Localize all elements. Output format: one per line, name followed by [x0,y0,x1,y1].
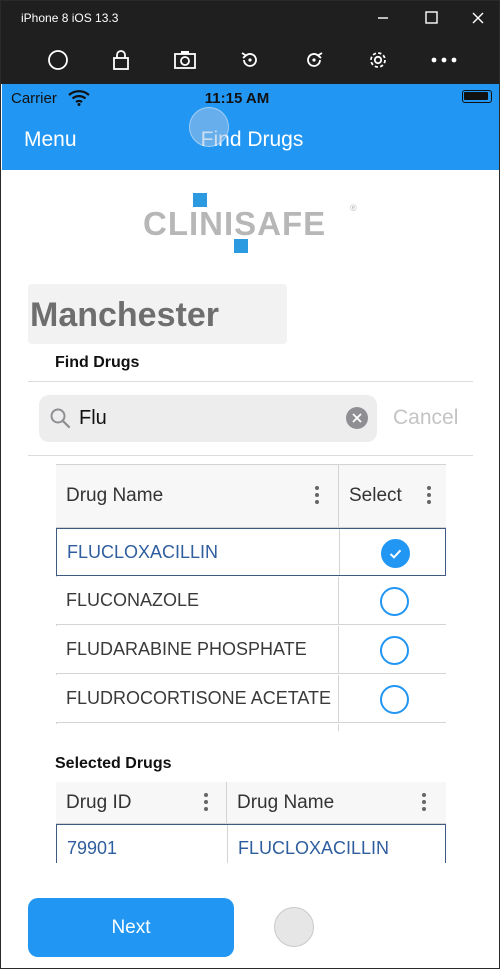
rotate-right-icon[interactable] [301,47,327,73]
drug-grid-header: Drug Name Select [56,464,446,528]
logo-registered-mark: ® [350,203,357,213]
minimize-icon[interactable] [371,7,395,31]
selected-drugs-grid: Drug ID Drug Name 79901 FLUCLOXACILLIN [56,782,446,863]
table-row[interactable]: FLUDARABINE PHOSPHATE [56,626,446,674]
drug-name-cell: FLUCONAZOLE [56,577,339,624]
site-selector[interactable]: Manchester [28,284,287,344]
touch-indicator [189,107,229,147]
window-title: iPhone 8 iOS 13.3 [21,11,119,25]
assistive-touch-button[interactable] [274,907,314,947]
column-menu-icon[interactable] [314,486,320,506]
site-label: Manchester [30,296,219,334]
drug-id-cell: 79901 [57,825,228,863]
column-menu-icon[interactable] [426,486,432,506]
gear-icon[interactable] [365,47,391,73]
simulator-toolbar [1,37,499,84]
maximize-icon[interactable] [419,7,443,31]
selected-drugs-heading: Selected Drugs [55,755,172,772]
drug-name-cell: FLUCLOXACILLIN [57,529,340,575]
column-menu-icon[interactable] [203,792,209,813]
search-input[interactable] [79,403,339,433]
divider [28,381,473,382]
battery-icon [462,90,492,103]
table-row-partial [56,724,446,731]
table-row[interactable]: FLUDROCORTISONE ACETATE [56,675,446,723]
clear-search-icon[interactable] [346,407,368,429]
table-row[interactable]: 79901 FLUCLOXACILLIN [56,824,446,863]
column-header-drug-id[interactable]: Drug ID [56,782,227,823]
home-icon[interactable] [45,47,71,73]
next-button[interactable]: Next [28,898,234,957]
drug-grid: Drug Name Select FLUCLOXACILLIN FLUCONAZ… [56,464,446,731]
close-icon[interactable] [466,7,490,31]
select-radio-icon[interactable] [380,636,409,665]
search-icon [49,407,71,434]
camera-icon[interactable] [172,47,198,73]
lock-icon[interactable] [108,47,134,73]
logo-text: CLINISAFE [143,205,327,242]
window-title-bar: iPhone 8 iOS 13.3 [1,1,499,37]
select-check-icon[interactable] [381,539,410,568]
search-bar[interactable] [39,395,377,442]
column-header-label: Drug ID [66,791,132,813]
column-header-drug-name[interactable]: Drug Name [227,782,446,823]
app-header: Carrier 11:15 AM Menu Find Drugs [2,84,499,170]
table-row[interactable]: FLUCONAZOLE [56,577,446,625]
drug-name-cell: FLUCLOXACILLIN [238,837,390,858]
logo-square-bottom [234,239,248,253]
column-header-label: Select [349,485,402,506]
column-header-drug-name[interactable]: Drug Name [56,465,339,527]
divider [28,455,473,456]
table-row[interactable]: FLUCLOXACILLIN [56,528,446,576]
find-drugs-heading: Find Drugs [55,354,140,371]
page-title: Find Drugs [200,128,304,151]
clinisafe-logo: CLINISAFE ® [143,191,363,255]
column-header-label: Drug Name [237,791,335,813]
select-radio-icon[interactable] [380,685,409,714]
drug-name-cell [56,724,339,731]
column-menu-icon[interactable] [421,792,427,813]
simulator-window: iPhone 8 iOS 13.3 Carrier 11:15 AM Menu … [0,0,500,969]
status-bar: Carrier 11:15 AM [2,84,499,112]
column-header-select[interactable]: Select [339,465,446,527]
select-radio-icon[interactable] [380,587,409,616]
cancel-button[interactable]: Cancel [393,406,458,430]
drug-name-cell: FLUDARABINE PHOSPHATE [56,626,339,673]
selected-grid-header: Drug ID Drug Name [56,782,446,824]
status-time: 11:15 AM [204,90,270,107]
rotate-left-icon[interactable] [237,47,263,73]
more-icon[interactable] [431,47,457,73]
column-header-label: Drug Name [66,485,164,506]
drug-name-cell: FLUDROCORTISONE ACETATE [56,675,339,722]
